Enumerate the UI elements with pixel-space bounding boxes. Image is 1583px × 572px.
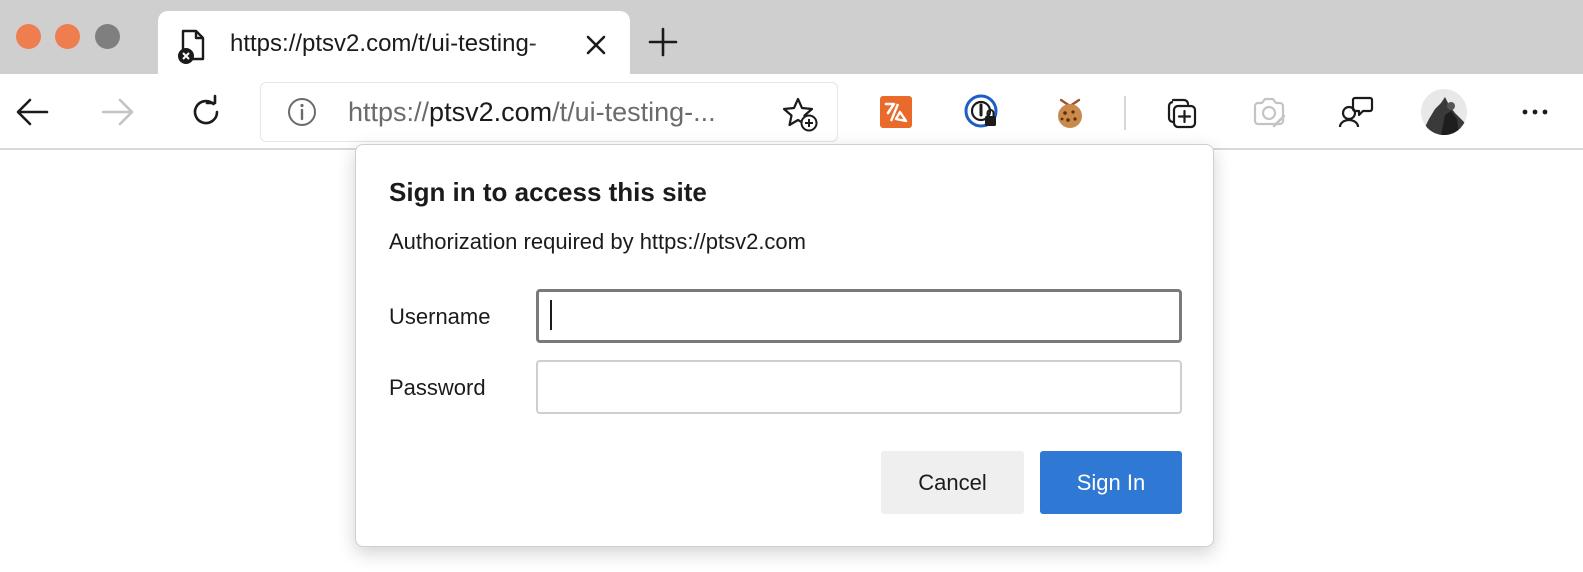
feedback-icon[interactable]	[1336, 92, 1376, 132]
browser-toolbar: https://ptsv2.com/t/ui-testing-...	[0, 74, 1583, 150]
back-button[interactable]	[12, 92, 52, 132]
page-error-icon	[177, 29, 207, 65]
url-text: https://ptsv2.com/t/ui-testing-...	[348, 96, 778, 128]
refresh-button[interactable]	[186, 92, 226, 132]
url-host: ptsv2.com	[429, 97, 553, 127]
plus-icon	[648, 27, 678, 57]
sign-in-dialog: Sign in to access this site Authorizatio…	[355, 144, 1214, 547]
active-tab[interactable]: https://ptsv2.com/t/ui-testing-	[158, 11, 630, 74]
password-field[interactable]	[536, 360, 1182, 414]
avatar[interactable]	[1421, 89, 1467, 135]
password-manager-extension-icon[interactable]	[962, 92, 1002, 132]
text-caret	[550, 300, 552, 330]
username-label: Username	[389, 304, 491, 329]
refresh-icon	[193, 94, 219, 125]
arrow-left-icon	[16, 98, 49, 126]
password-label: Password	[389, 375, 486, 400]
dialog-title: Sign in to access this site	[389, 177, 707, 207]
arrow-right-icon	[101, 98, 134, 126]
window-minimize-button[interactable]	[55, 24, 80, 49]
forward-button[interactable]	[98, 92, 138, 132]
toolbar-divider	[1124, 96, 1126, 130]
window-close-button[interactable]	[16, 24, 41, 49]
collections-icon[interactable]	[1162, 92, 1202, 132]
username-field[interactable]	[536, 289, 1182, 343]
star-add-icon[interactable]	[780, 94, 820, 134]
tab-title: https://ptsv2.com/t/ui-testing-	[230, 30, 537, 57]
address-bar[interactable]: https://ptsv2.com/t/ui-testing-...	[260, 82, 838, 142]
info-icon[interactable]	[286, 96, 318, 128]
url-path: /t/ui-testing-...	[552, 97, 716, 127]
cancel-button[interactable]: Cancel	[881, 451, 1024, 514]
sign-in-button[interactable]: Sign In	[1040, 451, 1182, 514]
new-tab-button[interactable]	[646, 25, 680, 59]
more-icon[interactable]	[1515, 92, 1555, 132]
camera-icon[interactable]	[1249, 92, 1289, 132]
close-icon[interactable]	[582, 31, 610, 59]
window-zoom-button[interactable]	[95, 24, 120, 49]
tab-strip: https://ptsv2.com/t/ui-testing-	[0, 0, 1583, 74]
translate-extension-icon[interactable]	[876, 92, 916, 132]
url-prefix: https://	[348, 97, 430, 127]
dialog-subtitle: Authorization required by https://ptsv2.…	[389, 229, 806, 254]
cookie-extension-icon[interactable]	[1050, 92, 1090, 132]
